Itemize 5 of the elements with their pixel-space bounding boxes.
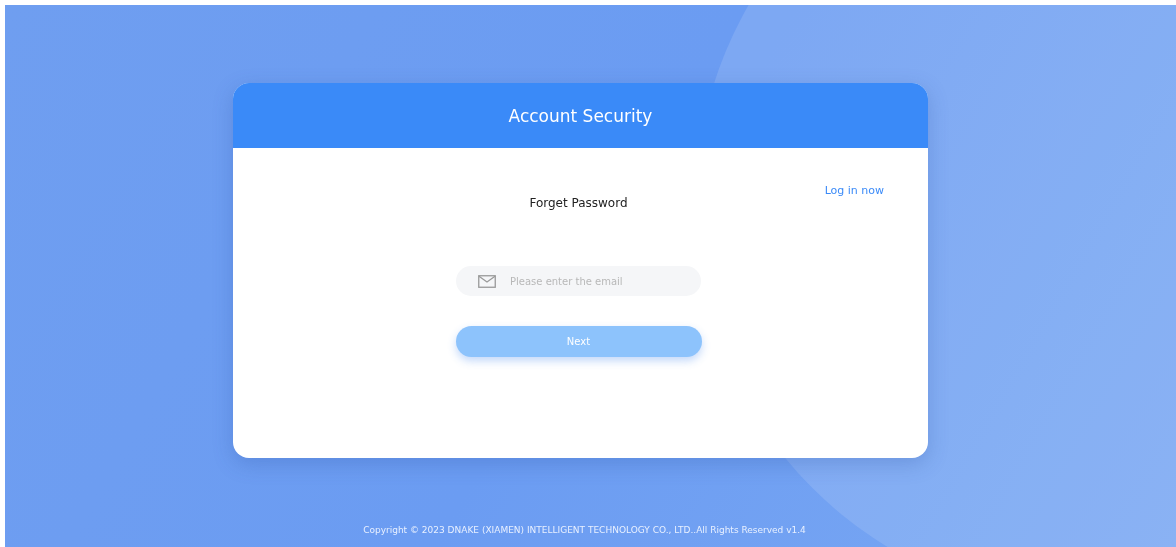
- email-field[interactable]: Please enter the email: [456, 266, 701, 296]
- form-heading: Forget Password: [529, 196, 628, 210]
- login-link[interactable]: Log in now: [824, 184, 884, 197]
- copyright-text: Copyright © 2023 DNAKE (XIAMEN) INTELLIGENT TECHNOLOGY CO., LTD..All Rights Reserved v1.4: [363, 525, 806, 535]
- dialog-title: Account Security: [508, 105, 653, 126]
